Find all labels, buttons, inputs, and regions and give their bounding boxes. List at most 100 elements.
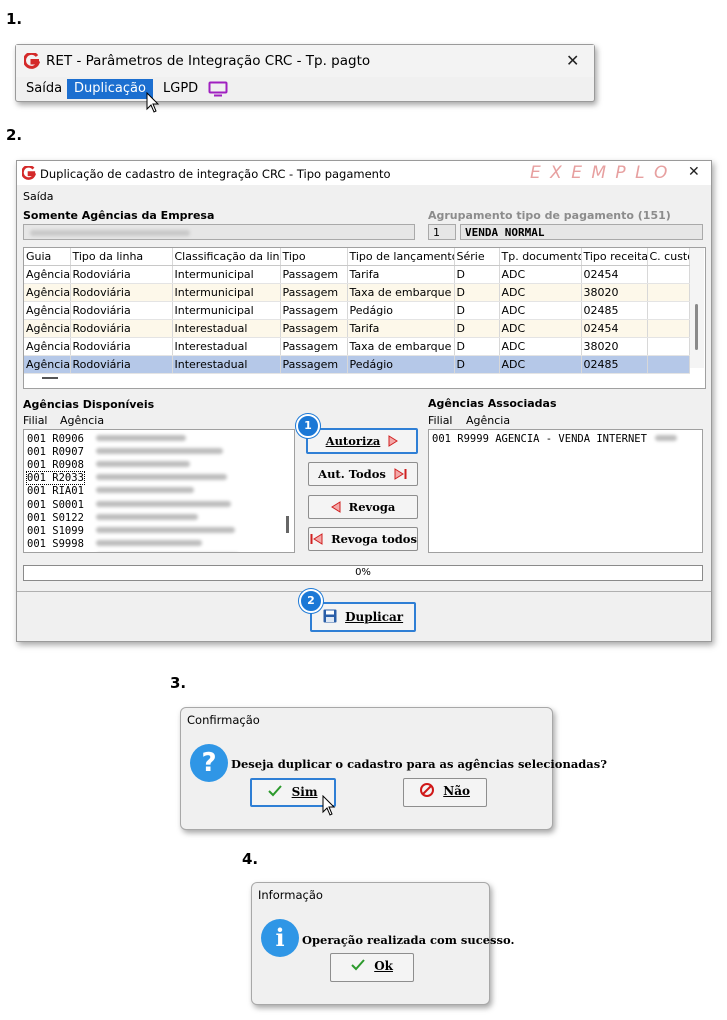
grid-header-cell[interactable]: Tipo da linha [70,248,173,266]
check-icon [351,959,365,971]
no-button[interactable]: Não [403,778,487,807]
table-cell: Agência [24,355,71,374]
table-cell [647,355,690,374]
duplicar-button[interactable]: Duplicar [310,602,416,632]
window-title: RET - Parâmetros de Integração CRC - Tp.… [46,53,371,69]
grid-header-cell[interactable]: Tipo receita [581,248,648,266]
revoga-button[interactable]: Revoga [308,495,418,519]
table-row[interactable]: Agência Rodoviária Intermunicipal Passagem P… [24,301,690,320]
table-cell: ADC [499,337,582,356]
table-cell: Rodoviária [70,337,173,356]
list-item[interactable]: 001 R0908 [27,459,190,472]
grid-header-cell[interactable]: Série [454,248,500,266]
grid-header-cell[interactable]: Classificação da linha [172,248,281,266]
table-cell [647,319,690,338]
dialog-title: Informação [258,888,323,902]
list-item[interactable]: 001 S1099 [27,525,235,538]
associated-list[interactable]: 001 R9999 AGENCIA - VENDA INTERNET [428,429,703,553]
table-cell: Interestadual [172,355,281,374]
list-item[interactable]: 001 S9998 [27,538,202,551]
watermark-text: E X E M P L O [530,163,670,183]
close-icon[interactable]: ✕ [688,164,700,180]
list-item-code: 001 S0001 [27,498,84,511]
revoga-todos-label: Revoga todos [331,532,417,546]
title-bar: Duplicação de cadastro de integração CRC… [17,161,711,185]
menu-saida[interactable]: Saída [23,190,54,203]
grid-header-cell[interactable]: Tipo de lançamento [347,248,455,266]
table-cell: Pedágio [347,355,455,374]
grid-scrollbar[interactable] [690,248,704,368]
list-item-code: 001 S1099 [27,524,84,537]
list-item[interactable]: 001 R0906 [27,433,186,446]
available-col-agencia: Agência [60,414,105,427]
table-cell: Rodoviária [70,319,173,338]
grid-header-cell[interactable]: Tp. documento [499,248,582,266]
revoga-todos-button[interactable]: Revoga todos [308,527,418,551]
table-cell: Passagem [280,319,348,338]
ret-params-window: RET - Parâmetros de Integração CRC - Tp.… [15,44,595,102]
mouse-cursor-icon [322,795,336,816]
menu-lgpd[interactable]: LGPD [156,79,205,99]
app-logo-icon [22,166,36,180]
table-row[interactable]: Agência Rodoviária Interestadual Passagem Pe… [24,355,690,374]
table-cell: Taxa de embarque [347,283,455,302]
list-item[interactable]: 001 R2033 [26,471,227,486]
mouse-cursor-icon [146,92,160,113]
table-row[interactable]: Agência Rodoviária Intermunicipal Passagem T… [24,265,690,284]
dialog-message: Deseja duplicar o cadastro para as agênc… [231,757,607,771]
list-item[interactable]: 001 R9999 AGENCIA - VENDA INTERNET [432,433,677,446]
table-cell: Interestadual [172,319,281,338]
callout-2: 2 [299,589,323,613]
table-cell: ADC [499,283,582,302]
arrow-left-end-icon [310,533,323,545]
duplicar-label: Duplicar [345,610,404,624]
grid-table: GuiaTipo da linhaClassificação da linhaT… [24,248,690,374]
available-list[interactable]: 001 R0906 001 R0907 001 R0908 001 R2033 001 … [23,429,295,553]
list-item[interactable]: 001 RIA01 [27,485,194,498]
no-label: Não [443,784,470,798]
table-cell: Rodoviária [70,283,173,302]
table-cell: Passagem [280,337,348,356]
table-cell: Passagem [280,355,348,374]
list-item[interactable]: 001 S9999 [27,551,239,552]
associated-col-agencia: Agência [466,414,511,427]
yes-label: Sim [291,785,318,799]
group-code-field[interactable]: 1 [428,224,456,240]
table-cell: 02485 [581,301,648,320]
info-icon: i [261,919,299,957]
list-item[interactable]: 001 R0907 [27,446,223,459]
list-item[interactable]: 001 S0001 [27,499,231,512]
grid-hscroll-thumb[interactable] [42,377,58,379]
table-row[interactable]: Agência Rodoviária Interestadual Passagem Ta… [24,337,690,356]
list-item-code: 001 R0907 [27,446,84,459]
window-title: Duplicação de cadastro de integração CRC… [40,167,391,181]
step-label-3: 3. [170,674,187,692]
aut-todos-button[interactable]: Aut. Todos [308,462,418,486]
agency-field[interactable] [23,224,415,240]
available-scroll-thumb[interactable] [286,516,289,533]
grid-header-cell[interactable]: Guia [24,248,71,266]
group-name-field[interactable]: VENDA NORMAL [460,224,703,240]
table-cell: Tarifa [347,319,455,338]
table-cell: ADC [499,301,582,320]
table-cell: Tarifa [347,265,455,284]
table-cell: D [454,265,500,284]
grid-header-cell[interactable]: Tipo [280,248,348,266]
table-row[interactable]: Agência Rodoviária Interestadual Passagem Ta… [24,319,690,338]
revoga-label: Revoga [348,500,396,514]
monitor-icon[interactable] [208,81,228,97]
available-label: Agências Disponíveis [23,398,155,411]
ok-button[interactable]: Ok [330,953,414,982]
table-cell: 02485 [581,355,648,374]
autoriza-button[interactable]: Autoriza [306,428,418,454]
menu-duplicacao[interactable]: Duplicação [67,79,153,99]
payment-grid[interactable]: GuiaTipo da linhaClassificação da linhaT… [23,247,706,389]
table-row[interactable]: Agência Rodoviária Intermunicipal Passagem T… [24,283,690,302]
group-label: Agrupamento tipo de pagamento (151) [428,209,671,222]
menu-saida[interactable]: Saída [19,79,69,99]
list-item[interactable]: 001 S0122 [27,512,198,525]
progress-bar: 0% [23,565,703,581]
close-icon[interactable]: ✕ [566,51,579,70]
table-cell: ADC [499,319,582,338]
grid-header-cell[interactable]: C. custo [647,248,690,266]
